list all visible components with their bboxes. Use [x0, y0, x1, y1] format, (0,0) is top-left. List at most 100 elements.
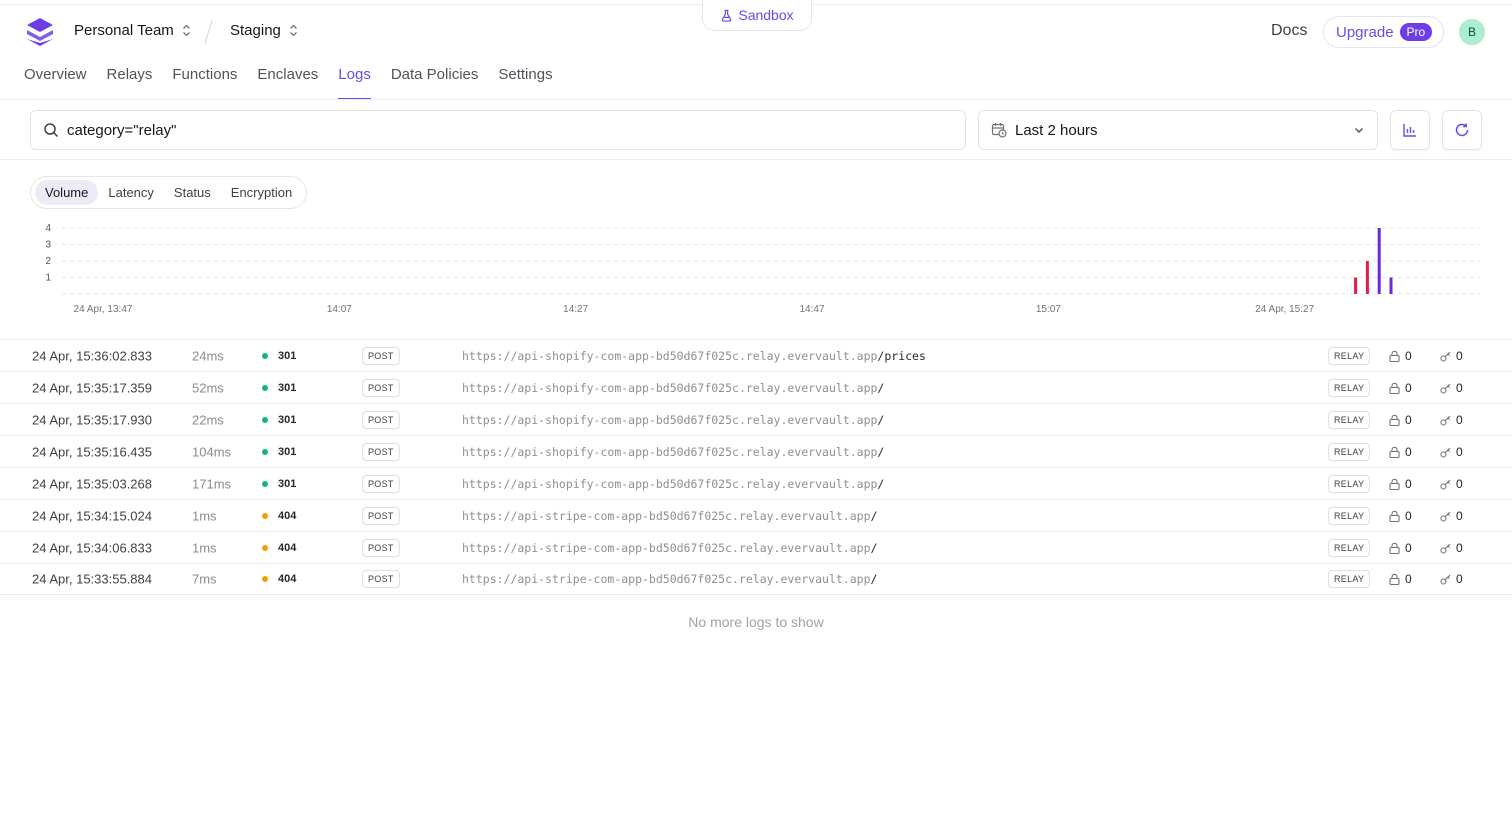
key-icon: [1440, 479, 1451, 490]
status-code: 301: [278, 477, 297, 490]
method-badge: POST: [362, 570, 400, 588]
log-timestamp: 24 Apr, 15:35:17.359: [32, 380, 152, 395]
calendar-clock-icon: [991, 123, 1007, 138]
decrypted-count: 0: [1440, 509, 1463, 523]
tab-relays[interactable]: Relays: [107, 66, 153, 100]
encrypted-count: 0: [1389, 541, 1412, 555]
log-row[interactable]: 24 Apr, 15:35:17.930 22ms 301 POST https://a…: [0, 403, 1512, 435]
category-badge: RELAY: [1328, 410, 1371, 429]
log-row[interactable]: 24 Apr, 15:35:16.435 104ms 301 POST https://…: [0, 435, 1512, 467]
status-dot: [262, 480, 268, 487]
tab-settings[interactable]: Settings: [498, 66, 552, 100]
request-url: https://api-shopify-com-app-bd50d67f025c…: [462, 381, 884, 395]
encrypted-value: 0: [1405, 444, 1412, 459]
log-row[interactable]: 24 Apr, 15:35:17.359 52ms 301 POST https://a…: [0, 371, 1512, 403]
url-host: https://api-shopify-com-app-bd50d67f025c…: [462, 444, 878, 459]
chart-bar[interactable]: [1377, 228, 1381, 294]
tab-overview[interactable]: Overview: [24, 66, 87, 100]
status-dot: [262, 448, 268, 455]
encrypted-value: 0: [1405, 540, 1412, 555]
key-icon: [1440, 511, 1451, 522]
x-tick-label: 24 Apr, 13:47: [74, 304, 133, 315]
chart-bar[interactable]: [1365, 261, 1369, 294]
encrypted-value: 0: [1405, 412, 1412, 427]
url-path: /: [877, 412, 885, 427]
url-path: /: [877, 476, 885, 491]
category-badge: RELAY: [1328, 570, 1371, 588]
team-name: Personal Team: [74, 22, 174, 39]
bar-chart-icon: [1403, 124, 1416, 137]
chevron-down-icon: [1355, 128, 1363, 133]
toggle-chart-button[interactable]: [1390, 110, 1430, 150]
url-host: https://api-shopify-com-app-bd50d67f025c…: [462, 412, 878, 427]
url-path: /: [877, 444, 885, 459]
avatar[interactable]: B: [1459, 19, 1485, 45]
log-duration: 52ms: [192, 380, 224, 395]
category-badge: RELAY: [1328, 346, 1371, 365]
decrypted-count: 0: [1440, 572, 1463, 586]
breadcrumb-separator: [204, 20, 213, 44]
decrypted-value: 0: [1456, 572, 1463, 586]
request-url: https://api-stripe-com-app-bd50d67f025c.…: [462, 509, 877, 523]
y-tick-label: 1: [45, 273, 51, 284]
metric-tab-latency[interactable]: Latency: [98, 180, 164, 205]
no-more-logs: No more logs to show: [688, 614, 824, 630]
decrypted-count: 0: [1440, 381, 1463, 395]
evervault-logo[interactable]: [26, 17, 54, 47]
key-icon: [1440, 574, 1451, 585]
upgrade-button[interactable]: Upgrade Pro: [1323, 16, 1444, 48]
metric-tab-status[interactable]: Status: [164, 180, 221, 205]
time-range-select[interactable]: Last 2 hours: [978, 110, 1378, 150]
x-tick-label: 24 Apr, 15:27: [1255, 304, 1314, 315]
url-host: https://api-shopify-com-app-bd50d67f025c…: [462, 380, 878, 395]
log-timestamp: 24 Apr, 15:36:02.833: [32, 348, 152, 363]
chart-bar[interactable]: [1389, 277, 1393, 295]
encrypted-count: 0: [1389, 413, 1412, 427]
log-timestamp: 24 Apr, 15:34:06.833: [32, 540, 152, 555]
log-duration: 7ms: [192, 571, 217, 587]
tab-data-policies[interactable]: Data Policies: [391, 66, 479, 100]
encrypted-value: 0: [1405, 380, 1412, 395]
decrypted-value: 0: [1456, 412, 1463, 427]
tab-enclaves[interactable]: Enclaves: [257, 66, 318, 100]
request-url: https://api-shopify-com-app-bd50d67f025c…: [462, 413, 884, 427]
log-timestamp: 24 Apr, 15:35:03.268: [32, 476, 152, 491]
method-badge: POST: [362, 474, 400, 493]
nav-divider: [0, 99, 1512, 100]
log-row[interactable]: 24 Apr, 15:34:06.833 1ms 404 POST https://ap…: [0, 531, 1512, 563]
log-row[interactable]: 24 Apr, 15:34:15.024 1ms 404 POST https://ap…: [0, 499, 1512, 531]
log-row[interactable]: 24 Apr, 15:35:03.268 171ms 301 POST https://…: [0, 467, 1512, 499]
chart-bar[interactable]: [1354, 277, 1358, 295]
key-icon: [1440, 383, 1451, 394]
decrypted-count: 0: [1440, 541, 1463, 555]
log-row[interactable]: 24 Apr, 15:33:55.884 7ms 404 POST https://ap…: [0, 563, 1512, 595]
status-code: 404: [278, 541, 297, 554]
tab-functions[interactable]: Functions: [172, 66, 237, 100]
docs-link[interactable]: Docs: [1271, 22, 1307, 40]
pro-badge: Pro: [1399, 23, 1433, 41]
metric-tab-volume[interactable]: Volume: [35, 180, 99, 205]
refresh-button[interactable]: [1442, 110, 1482, 150]
decrypted-count: 0: [1440, 477, 1463, 491]
lock-icon: [1389, 542, 1400, 554]
upgrade-label: Upgrade: [1336, 23, 1394, 41]
x-tick-label: 14:27: [563, 304, 588, 315]
encrypted-count: 0: [1389, 572, 1412, 586]
x-tick-label: 14:07: [327, 304, 352, 315]
url-host: https://api-stripe-com-app-bd50d67f025c.…: [462, 508, 871, 523]
environment-name: Staging: [230, 22, 281, 39]
log-row[interactable]: 24 Apr, 15:36:02.833 24ms 301 POST https://a…: [0, 339, 1512, 371]
team-switcher[interactable]: Personal Team: [74, 22, 191, 39]
chevron-up-down-icon: [182, 24, 190, 37]
sandbox-indicator[interactable]: Sandbox: [702, 0, 812, 31]
lock-icon: [1389, 446, 1400, 458]
status-dot: [262, 352, 268, 359]
search-input[interactable]: [67, 121, 867, 139]
tab-logs[interactable]: Logs: [338, 66, 371, 100]
metric-tab-encryption[interactable]: Encryption: [221, 180, 302, 205]
status-dot: [262, 384, 268, 391]
lock-icon: [1389, 510, 1400, 522]
lock-icon: [1389, 350, 1400, 362]
environment-switcher[interactable]: Staging: [230, 22, 298, 39]
category-badge: RELAY: [1328, 378, 1371, 397]
